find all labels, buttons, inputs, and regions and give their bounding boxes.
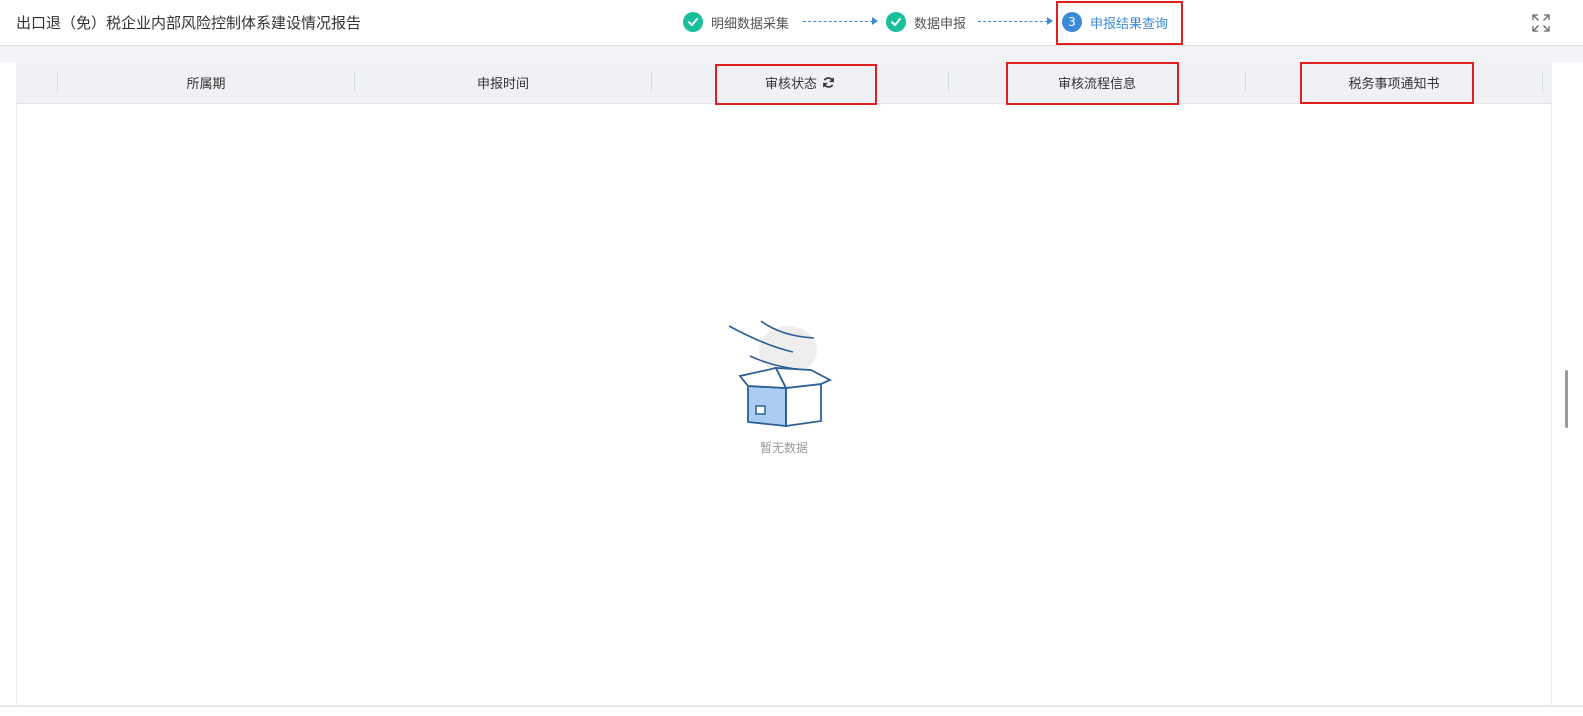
empty-box-icon	[726, 318, 846, 458]
highlight-box	[1006, 62, 1179, 105]
page-title: 出口退（免）税企业内部风险控制体系建设情况报告	[16, 14, 362, 32]
step-arrow	[978, 17, 1053, 25]
column-header-submit-time: 申报时间	[476, 77, 529, 92]
result-table: 所属期 申报时间 审核状态 审核流程信息 税务事项通知书 暂无数据	[16, 62, 1552, 705]
check-icon	[886, 12, 906, 32]
highlight-box	[1056, 1, 1183, 45]
column-divider	[1542, 72, 1543, 92]
step-arrow	[803, 17, 878, 25]
highlight-box	[715, 64, 877, 105]
step-1-label: 明细数据采集	[711, 16, 790, 32]
empty-state-text: 暂无数据	[759, 441, 808, 455]
step-1[interactable]: 明细数据采集	[683, 11, 789, 33]
content-gap	[0, 46, 1583, 62]
step-2-label: 数据申报	[914, 16, 967, 32]
highlight-box	[1300, 62, 1474, 104]
top-bar: 出口退（免）税企业内部风险控制体系建设情况报告 明细数据采集 数据申报 3 申报…	[0, 0, 1583, 46]
expand-icon[interactable]	[1532, 14, 1550, 32]
column-header-period: 所属期	[186, 77, 226, 92]
bottom-border	[0, 705, 1583, 707]
scrollbar-handle[interactable]	[1565, 370, 1568, 428]
check-icon	[683, 12, 703, 32]
step-2[interactable]: 数据申报	[886, 11, 966, 33]
